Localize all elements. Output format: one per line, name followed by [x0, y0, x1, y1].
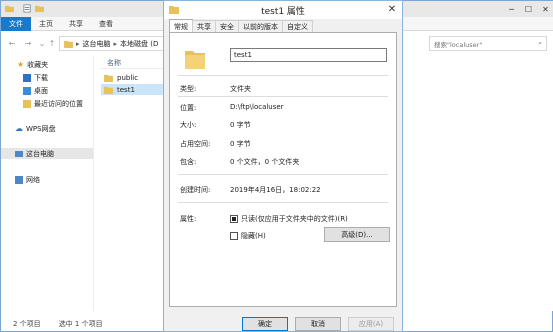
divider — [178, 96, 388, 97]
apply-button[interactable]: 应用(A) — [348, 317, 394, 331]
forward-icon[interactable]: → — [23, 38, 33, 48]
nav-recent-label: 最近访问的位置 — [34, 99, 83, 108]
hidden-checkbox[interactable] — [230, 232, 238, 240]
desktop-icon — [23, 86, 31, 95]
type-label: 类型: — [180, 85, 197, 93]
file-list: 名称 public test1 — [95, 55, 165, 311]
ribbon-tab-view[interactable]: 查看 — [91, 17, 121, 31]
ok-button[interactable]: 确定 — [242, 317, 288, 331]
folder-icon — [185, 51, 205, 69]
nav-wps-drive[interactable]: ☁ WPS网盘 — [15, 123, 56, 134]
advanced-button[interactable]: 高级(D)... — [324, 227, 390, 242]
nav-desktop-label: 桌面 — [34, 86, 48, 95]
folder-icon — [64, 40, 73, 48]
file-name: public — [117, 73, 139, 82]
search-icon[interactable]: ⌕ — [538, 39, 542, 48]
ribbon-tab-file[interactable]: 文件 — [1, 17, 31, 31]
readonly-checkbox[interactable] — [230, 215, 238, 223]
created-value: 2019年4月16日，18:02:22 — [230, 186, 321, 194]
ribbon-tab-home[interactable]: 主页 — [31, 17, 61, 31]
window-controls: ─ ☐ ✕ — [503, 1, 553, 17]
divider — [178, 75, 388, 76]
breadcrumb-local-disk[interactable]: 本地磁盘 (D — [120, 39, 158, 49]
size-on-disk-label: 占用空间: — [180, 140, 211, 148]
maximize-icon[interactable]: ☐ — [520, 1, 537, 17]
address-box[interactable]: ▸ 这台电脑 ▸ 本地磁盘 (D — [59, 36, 169, 51]
dialog-title: test1 属性 — [261, 7, 305, 17]
chevron-down-icon[interactable]: ⌄ — [37, 38, 47, 48]
recent-places-icon — [23, 99, 31, 108]
download-icon — [23, 73, 31, 82]
breadcrumb-this-pc[interactable]: 这台电脑 — [83, 39, 111, 49]
folder-icon — [104, 86, 113, 94]
search-input[interactable]: 搜索"localuser" ⌕ — [429, 36, 547, 51]
navigation-pane: ★ 收藏夹 下载 桌面 最近访问的位置 ☁ WPS网盘 这台电脑 网络 — [1, 55, 94, 311]
hidden-label: 隐藏(H) — [241, 232, 266, 240]
readonly-checkbox-row[interactable]: 只读(仅应用于文件夹中的文件)(R) — [230, 214, 348, 224]
nav-favorites-label: 收藏夹 — [27, 60, 49, 69]
item-count: 2 个项目 — [13, 320, 41, 328]
column-header-name[interactable]: 名称 — [101, 57, 165, 69]
search-placeholder: 搜索"localuser" — [434, 40, 483, 49]
watermark: CSDN @Beluga — [478, 308, 547, 318]
nav-network[interactable]: 网络 — [15, 174, 40, 185]
location-value: D:\ftp\localuser — [230, 103, 284, 111]
nav-this-pc-label: 这台电脑 — [26, 149, 54, 158]
minimize-icon[interactable]: ─ — [503, 1, 520, 17]
close-icon[interactable]: ✕ — [386, 3, 398, 15]
list-item[interactable]: public — [101, 72, 165, 83]
properties-dialog: test1 属性 ✕ 常规 共享 安全 以前的版本 自定义 test1 类型: … — [163, 0, 403, 332]
size-on-disk-value: 0 字节 — [230, 140, 251, 148]
contains-value: 0 个文件，0 个文件夹 — [230, 158, 300, 166]
folder-icon — [5, 5, 14, 13]
network-icon — [15, 175, 23, 184]
back-icon[interactable]: ← — [7, 38, 17, 48]
new-folder-icon[interactable] — [35, 4, 44, 13]
chevron-right-icon: ▸ — [113, 39, 118, 48]
cancel-button[interactable]: 取消 — [295, 317, 341, 331]
type-value: 文件夹 — [230, 85, 251, 93]
divider — [178, 174, 388, 175]
contains-label: 包含: — [180, 158, 197, 166]
attributes-label: 属性: — [180, 215, 197, 223]
computer-icon — [15, 150, 23, 157]
nav-this-pc[interactable]: 这台电脑 — [1, 148, 93, 159]
nav-downloads-label: 下载 — [34, 73, 48, 82]
location-label: 位置: — [180, 104, 197, 112]
nav-recent[interactable]: 最近访问的位置 — [23, 98, 83, 109]
dialog-titlebar: test1 属性 ✕ — [164, 1, 402, 19]
chevron-right-icon: ▸ — [76, 39, 80, 48]
file-name: test1 — [117, 85, 135, 94]
created-label: 创建时间: — [180, 186, 211, 194]
nav-network-label: 网络 — [26, 175, 40, 184]
selected-count: 选中 1 个项目 — [58, 320, 103, 328]
nav-desktop[interactable]: 桌面 — [23, 85, 48, 96]
nav-downloads[interactable]: 下载 — [23, 72, 48, 83]
general-tab-panel: test1 类型: 文件夹 位置: D:\ftp\localuser 大小: 0… — [169, 32, 397, 307]
folder-name-input[interactable]: test1 — [230, 48, 387, 62]
nav-favorites[interactable]: ★ 收藏夹 — [17, 59, 48, 70]
up-icon[interactable]: ↑ — [47, 38, 57, 48]
ribbon-tab-share[interactable]: 共享 — [61, 17, 91, 31]
file-list-empty-area[interactable] — [403, 55, 553, 311]
readonly-label: 只读(仅应用于文件夹中的文件)(R) — [241, 215, 348, 223]
tab-general[interactable]: 常规 — [169, 19, 193, 33]
nav-wps-label: WPS网盘 — [26, 124, 56, 133]
list-item[interactable]: test1 — [101, 84, 165, 95]
close-icon[interactable]: ✕ — [537, 1, 553, 17]
divider — [178, 202, 388, 203]
properties-icon[interactable] — [23, 4, 32, 13]
star-icon: ★ — [17, 60, 25, 69]
cloud-icon: ☁ — [15, 124, 23, 133]
size-label: 大小: — [180, 121, 197, 129]
folder-icon — [104, 74, 113, 82]
size-value: 0 字节 — [230, 121, 251, 129]
hidden-checkbox-row[interactable]: 隐藏(H) — [230, 231, 266, 241]
